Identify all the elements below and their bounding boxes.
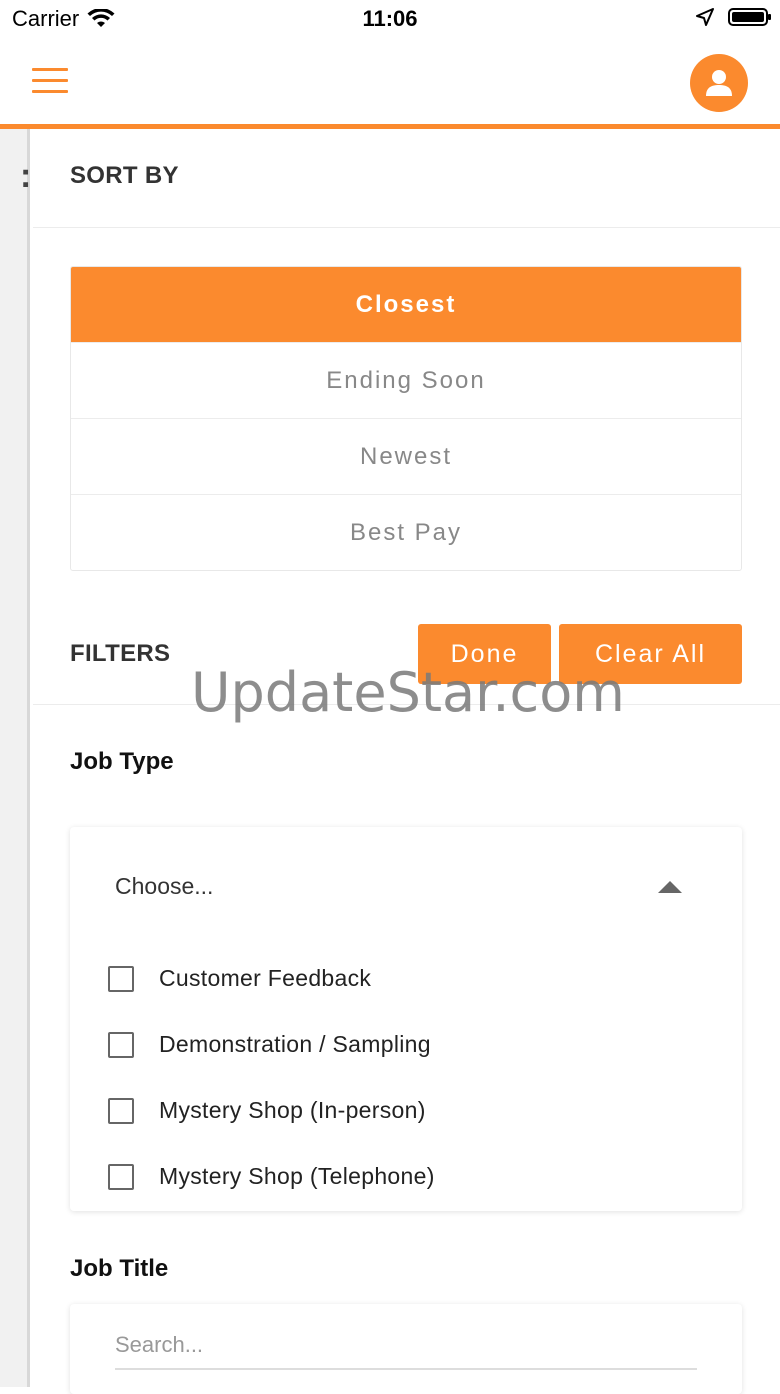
option-label: Demonstration / Sampling [159, 1031, 431, 1057]
job-type-dropdown: Choose... Customer Feedback Demonstratio… [70, 827, 742, 1211]
job-type-option[interactable]: Customer Feedback [108, 965, 371, 992]
hamburger-menu-icon[interactable] [32, 68, 68, 94]
job-type-select-placeholder[interactable]: Choose... [115, 873, 213, 900]
sort-options-list: Closest Ending Soon Newest Best Pay [70, 266, 742, 571]
sort-by-title: SORT BY [70, 162, 179, 189]
sort-option-ending-soon[interactable]: Ending Soon [71, 342, 741, 418]
option-label: Mystery Shop (Telephone) [159, 1163, 435, 1189]
job-type-option[interactable]: Mystery Shop (In-person) [108, 1097, 426, 1124]
status-time: 11:06 [362, 6, 418, 31]
watermark: UpdateStar.com [191, 661, 625, 724]
job-type-option[interactable]: Mystery Shop (Telephone) [108, 1163, 435, 1190]
battery-icon [728, 8, 771, 26]
background-glyph: : [20, 157, 32, 195]
user-profile-button[interactable] [690, 54, 748, 112]
background-content-strip: : [0, 129, 32, 1387]
option-label: Customer Feedback [159, 965, 372, 991]
sort-option-closest[interactable]: Closest [71, 267, 741, 342]
filters-title: FILTERS [70, 640, 171, 667]
job-title-search-input[interactable] [115, 1322, 697, 1370]
location-arrow-icon [696, 8, 714, 26]
job-title-label: Job Title [70, 1255, 169, 1282]
option-label: Mystery Shop (In-person) [159, 1097, 426, 1123]
job-title-search-card [70, 1304, 742, 1394]
checkbox[interactable] [108, 965, 134, 992]
status-bar: Carrier 11:06 [0, 0, 780, 40]
job-type-label: Job Type [70, 748, 174, 775]
sort-option-best-pay[interactable]: Best Pay [71, 494, 741, 570]
checkbox[interactable] [108, 1163, 134, 1190]
app-header [0, 40, 780, 129]
checkbox[interactable] [108, 1097, 134, 1124]
sort-option-newest[interactable]: Newest [71, 418, 741, 494]
checkbox[interactable] [108, 1031, 134, 1058]
status-right [696, 8, 771, 26]
user-profile-icon [706, 70, 732, 96]
job-type-option[interactable]: Demonstration / Sampling [108, 1031, 431, 1058]
caret-up-icon[interactable] [658, 881, 682, 893]
sort-filter-panel: SORT BY Closest Ending Soon Newest Best … [33, 129, 780, 1394]
divider [33, 227, 780, 228]
